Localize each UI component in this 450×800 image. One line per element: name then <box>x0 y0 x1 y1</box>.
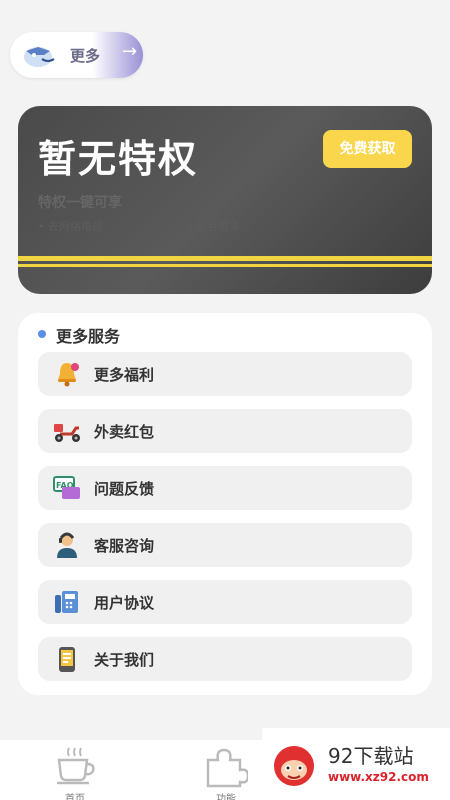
bird-logo-icon <box>24 47 55 67</box>
puzzle-icon <box>206 748 248 788</box>
service-item-welfare[interactable]: 更多福利 <box>38 352 412 396</box>
bullet-dot-icon <box>38 330 46 338</box>
service-item-label: 客服咨询 <box>94 537 155 555</box>
service-item-support[interactable]: 客服咨询 <box>38 523 412 567</box>
privilege-subtitle: 特权一键可享 <box>38 195 122 211</box>
claim-free-button[interactable]: 免费获取 <box>323 130 412 168</box>
fax-icon <box>55 591 78 613</box>
arrow-right-icon: → <box>122 41 138 62</box>
coffee-cup-icon <box>57 747 95 785</box>
tab-home[interactable]: 首页 <box>35 742 115 800</box>
privilege-feature: • 看看更多 <box>186 220 240 233</box>
tab-label: 首页 <box>65 794 85 800</box>
services-card: 更多服务 更多福利 外卖红包 FAQ 问题反馈 客服咨询 用户协议 关于我们 <box>18 313 432 695</box>
service-item-label: 关于我们 <box>94 651 155 669</box>
services-heading: 更多服务 <box>56 327 121 346</box>
watermark-title: 92下载站 <box>328 744 414 768</box>
support-agent-icon <box>57 532 77 558</box>
decor-stripe <box>18 256 432 261</box>
status-bar <box>0 0 450 22</box>
service-item-agreement[interactable]: 用户协议 <box>38 580 412 624</box>
more-label: 更多 <box>70 47 101 65</box>
service-item-feedback[interactable]: FAQ 问题反馈 <box>38 466 412 510</box>
scooter-icon <box>54 424 80 442</box>
service-item-label: 用户协议 <box>94 594 155 612</box>
phone-info-icon <box>59 647 75 672</box>
faq-icon: FAQ <box>53 476 80 499</box>
privilege-feature: • 去网络电视 <box>38 220 103 233</box>
service-item-about[interactable]: 关于我们 <box>38 637 412 681</box>
tab-features[interactable]: 功能 <box>186 742 266 800</box>
tab-label: 功能 <box>216 794 236 800</box>
watermark-url: www.xz92.com <box>328 770 429 784</box>
service-item-label: 外卖红包 <box>94 423 155 441</box>
privilege-title: 暂无特权 <box>38 137 199 181</box>
service-item-takeout[interactable]: 外卖红包 <box>38 409 412 453</box>
service-item-label: 更多福利 <box>94 366 155 384</box>
privilege-card: 暂无特权 免费获取 特权一键可享 • 去网络电视 • 看看更多 <box>18 106 432 294</box>
mascot-logo-icon <box>274 746 314 786</box>
service-item-label: 问题反馈 <box>94 480 155 498</box>
more-button[interactable]: 更多 → <box>10 32 143 78</box>
decor-stripe <box>18 264 432 267</box>
watermark: 92下载站 www.xz92.com <box>262 728 450 800</box>
bell-icon <box>58 363 79 387</box>
